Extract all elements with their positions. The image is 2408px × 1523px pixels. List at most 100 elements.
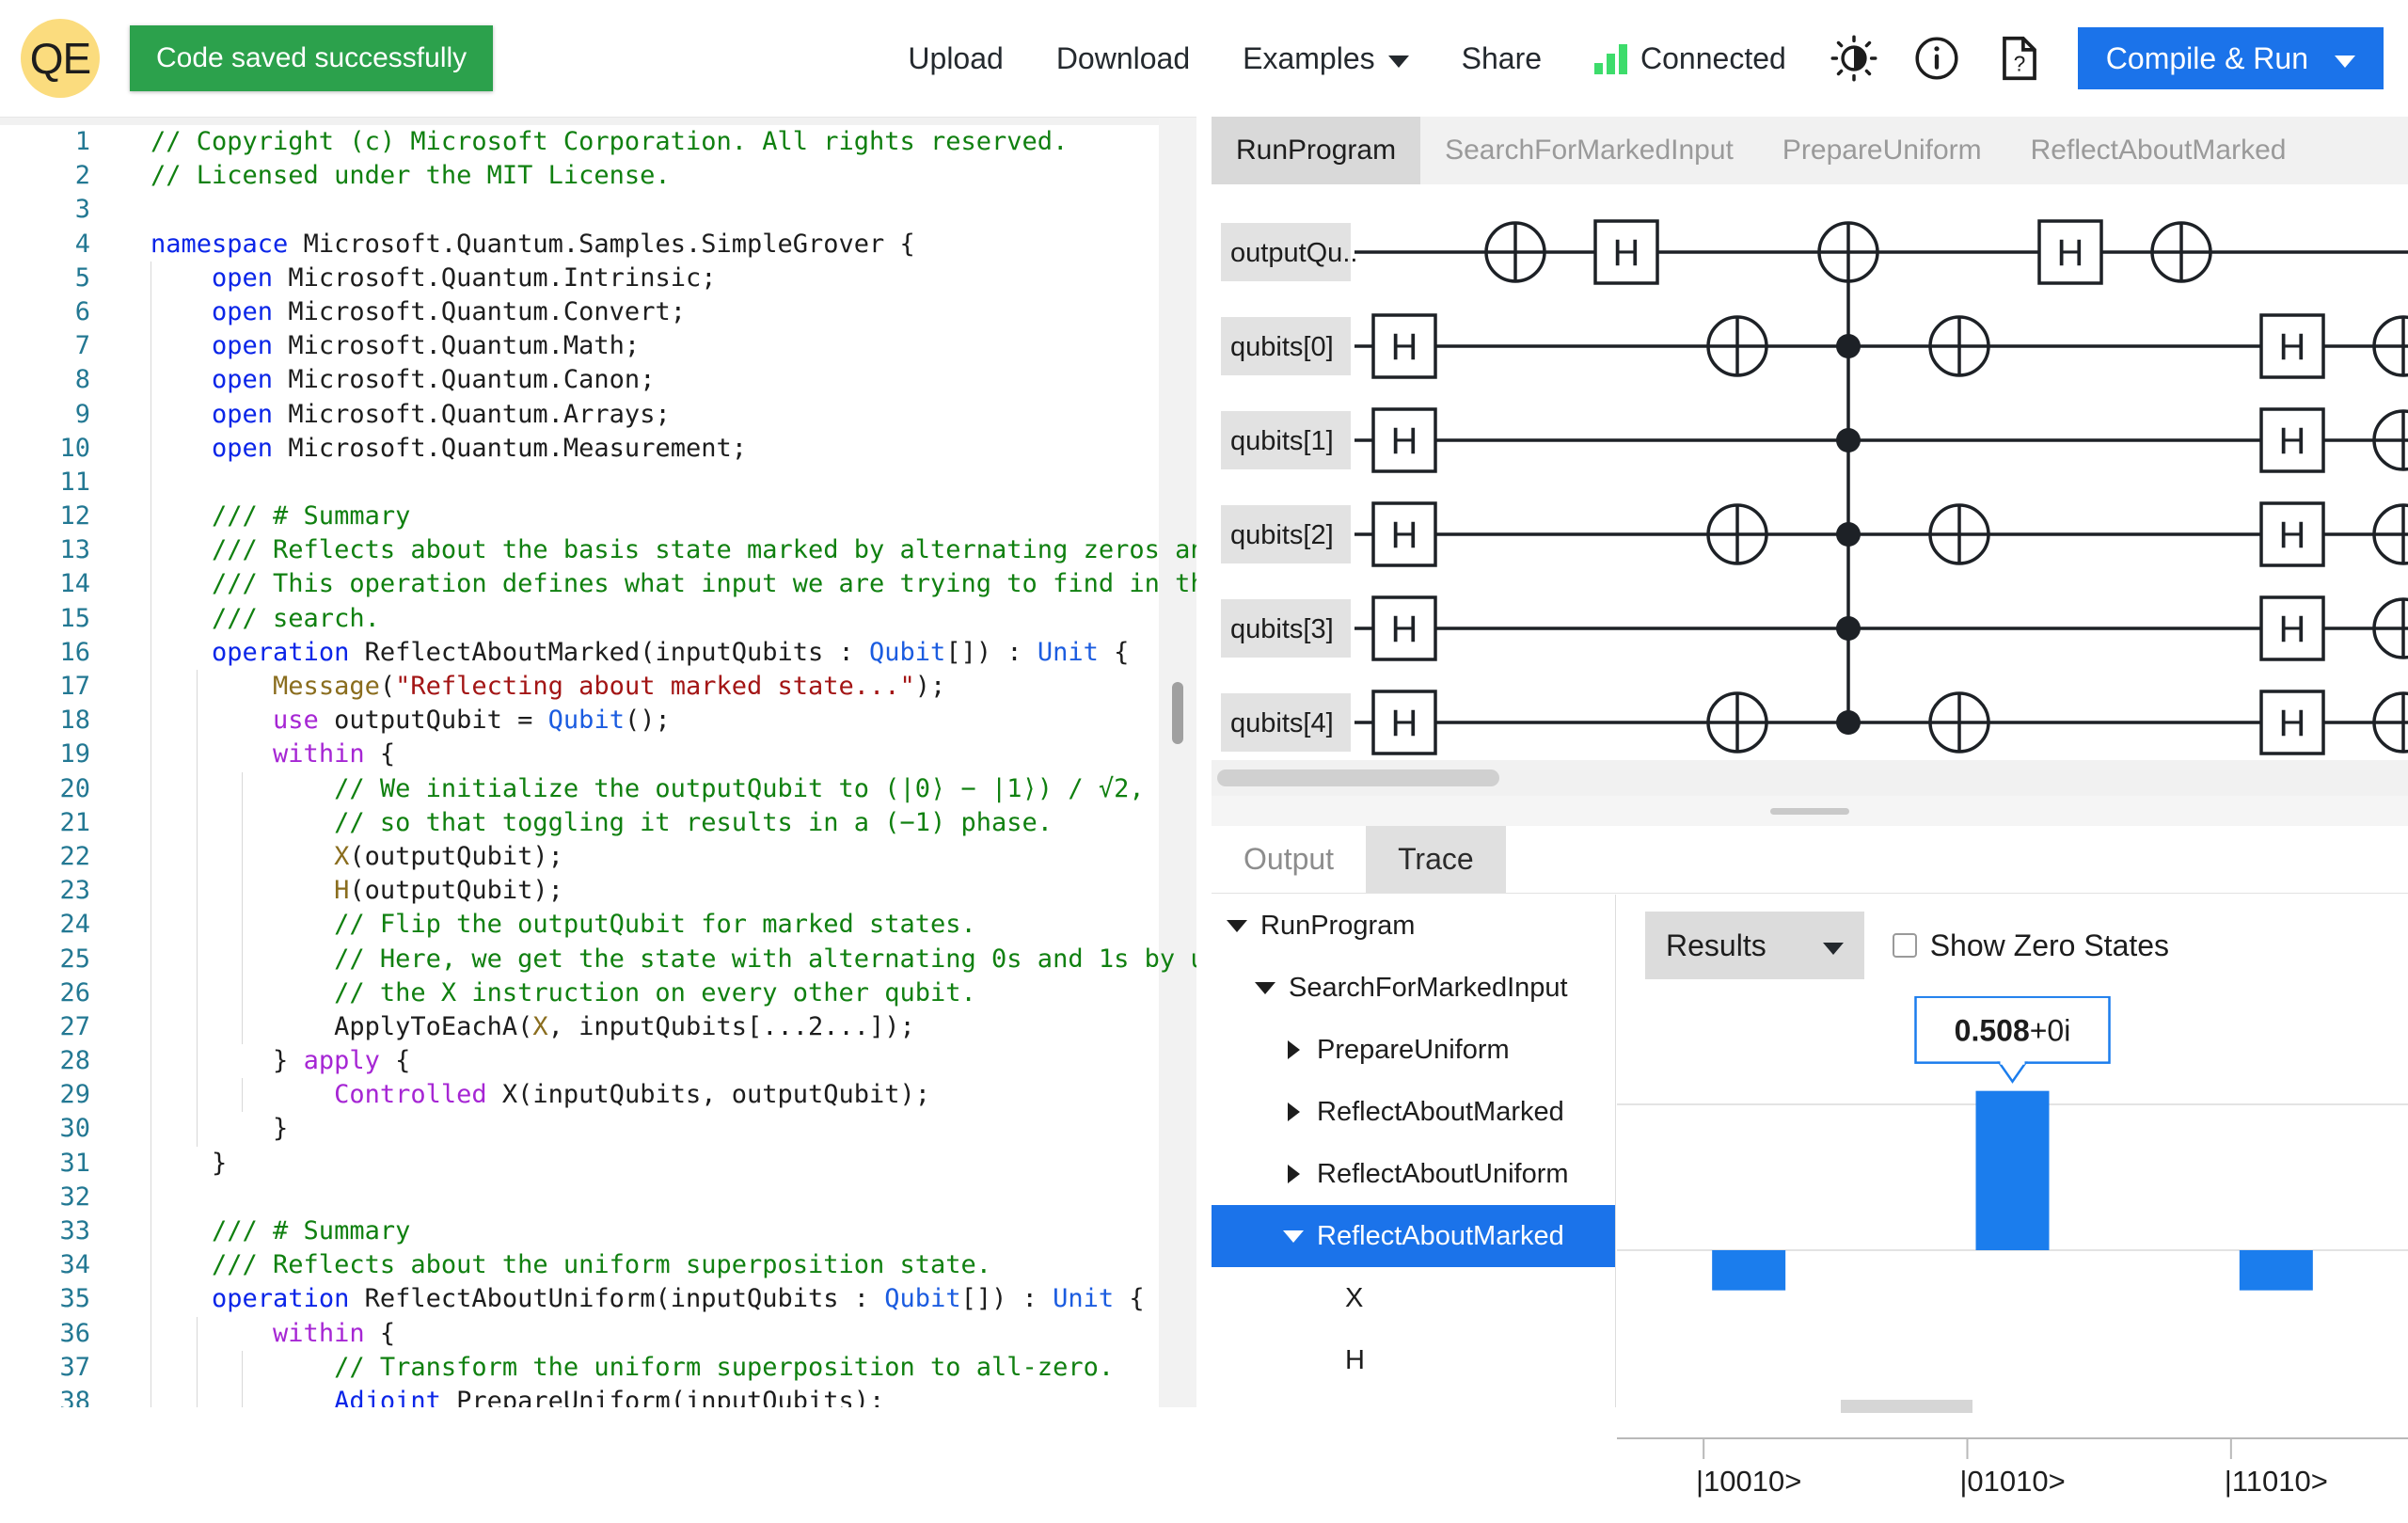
code-line[interactable]: 27 ApplyToEachA(X, inputQubits[...2...])…: [0, 1010, 1196, 1044]
code-line[interactable]: 13 /// Reflects about the basis state ma…: [0, 533, 1196, 567]
chevron-right-icon[interactable]: [1279, 1040, 1307, 1059]
line-content: operation ReflectAboutUniform(inputQubit…: [111, 1282, 1145, 1316]
tree-item-label: ReflectAboutMarked: [1317, 1221, 1564, 1252]
compile-and-run-button[interactable]: Compile & Run: [2078, 27, 2384, 89]
code-line[interactable]: 35 operation ReflectAboutUniform(inputQu…: [0, 1282, 1196, 1316]
menu-share[interactable]: Share: [1435, 25, 1568, 91]
tree-item[interactable]: RunProgram: [1212, 895, 1615, 957]
indent-guide: [150, 806, 151, 840]
code-token: "Reflecting about marked state...": [395, 672, 915, 701]
circuit-tab-reflectaboutmarked[interactable]: ReflectAboutMarked: [2006, 117, 2311, 184]
code-line[interactable]: 7 open Microsoft.Quantum.Math;: [0, 329, 1196, 363]
code-token: // Flip the outputQubit for marked state…: [150, 910, 976, 939]
code-line[interactable]: 34 /// Reflects about the uniform superp…: [0, 1248, 1196, 1282]
menu-upload[interactable]: Upload: [881, 25, 1029, 91]
indent-guide: [150, 943, 151, 976]
circuit-tab-prepareuniform[interactable]: PrepareUniform: [1758, 117, 2006, 184]
circuit-tab-runprogram[interactable]: RunProgram: [1212, 117, 1420, 184]
code-line[interactable]: 21 // so that toggling it results in a (…: [0, 806, 1196, 840]
tab-output[interactable]: Output: [1212, 826, 1366, 893]
indent-guide: [150, 295, 151, 329]
indent-guide: [150, 840, 151, 874]
code-line[interactable]: 33 /// # Summary: [0, 1214, 1196, 1248]
code-line[interactable]: 22 X(outputQubit);: [0, 840, 1196, 874]
code-line[interactable]: 1// Copyright (c) Microsoft Corporation.…: [0, 125, 1196, 159]
code-line[interactable]: 12 /// # Summary: [0, 500, 1196, 533]
tooltip-label: 0.508+0i: [1955, 1014, 2071, 1048]
brightness-theme-icon[interactable]: [1813, 34, 1895, 83]
editor-vertical-scrollbar[interactable]: [1172, 682, 1183, 744]
panel-splitter[interactable]: [1212, 796, 2408, 826]
code-line[interactable]: 15 /// search.: [0, 602, 1196, 636]
splitter-grip[interactable]: [1770, 808, 1849, 815]
code-line[interactable]: 31 }: [0, 1147, 1196, 1181]
tree-item[interactable]: X: [1212, 1267, 1615, 1329]
help-document-icon[interactable]: ?: [1978, 34, 2061, 83]
circuit-canvas[interactable]: outputQu..qubits[0]qubits[1]qubits[2]qub…: [1212, 184, 2408, 760]
tree-item[interactable]: ApplyToEachA: [1212, 1391, 1615, 1407]
code-line[interactable]: 8 open Microsoft.Quantum.Canon;: [0, 363, 1196, 397]
indent-guide: [197, 670, 198, 704]
chart-horizontal-scrollbar[interactable]: [1841, 1400, 1972, 1413]
circuit-tab-searchformarkedinput[interactable]: SearchForMarkedInput: [1420, 117, 1758, 184]
code-line[interactable]: 20 // We initialize the outputQubit to (…: [0, 772, 1196, 806]
code-line[interactable]: 36 within {: [0, 1317, 1196, 1351]
code-line[interactable]: 32: [0, 1181, 1196, 1214]
code-token: Microsoft.Quantum.Canon;: [273, 365, 655, 394]
tab-trace[interactable]: Trace: [1366, 826, 1506, 893]
circuit-horizontal-scrollbar[interactable]: [1212, 760, 2408, 796]
info-circle-icon[interactable]: [1895, 34, 1978, 83]
code-line[interactable]: 30 }: [0, 1112, 1196, 1146]
code-line[interactable]: 28 } apply {: [0, 1044, 1196, 1078]
chevron-right-icon[interactable]: [1279, 1103, 1307, 1121]
tree-item[interactable]: ReflectAboutMarked: [1212, 1205, 1615, 1267]
chevron-down-icon[interactable]: [1223, 920, 1251, 932]
circuit-scrollbar-thumb[interactable]: [1217, 769, 1499, 786]
tree-item[interactable]: H: [1212, 1329, 1615, 1391]
code-line[interactable]: 4namespace Microsoft.Quantum.Samples.Sim…: [0, 228, 1196, 262]
chevron-right-icon[interactable]: [1279, 1165, 1307, 1183]
trace-tree[interactable]: RunProgramSearchForMarkedInputPrepareUni…: [1212, 895, 1616, 1407]
code-line[interactable]: 11: [0, 466, 1196, 500]
code-line[interactable]: 14 /// This operation defines what input…: [0, 567, 1196, 601]
chart-bar: [2240, 1250, 2313, 1291]
code-line[interactable]: 5 open Microsoft.Quantum.Intrinsic;: [0, 262, 1196, 295]
menu-download[interactable]: Download: [1030, 25, 1216, 91]
tree-item[interactable]: ReflectAboutUniform: [1212, 1143, 1615, 1205]
indent-guide: [197, 738, 198, 771]
code-line[interactable]: 3: [0, 193, 1196, 227]
code-line[interactable]: 9 open Microsoft.Quantum.Arrays;: [0, 398, 1196, 432]
line-content: // Transform the uniform superposition t…: [111, 1351, 1114, 1385]
tree-item[interactable]: SearchForMarkedInput: [1212, 957, 1615, 1019]
show-zero-states-checkbox[interactable]: Show Zero States: [1893, 928, 2169, 963]
code-line[interactable]: 19 within {: [0, 738, 1196, 771]
code-line[interactable]: 18 use outputQubit = Qubit();: [0, 704, 1196, 738]
code-line[interactable]: 29 Controlled X(inputQubits, outputQubit…: [0, 1078, 1196, 1112]
code-token: H: [334, 876, 349, 905]
code-line[interactable]: 38 Adjoint PrepareUniform(inputQubits);: [0, 1385, 1196, 1407]
code-lines[interactable]: 1// Copyright (c) Microsoft Corporation.…: [0, 125, 1196, 1407]
chevron-down-icon[interactable]: [1251, 982, 1279, 994]
code-editor[interactable]: 1// Copyright (c) Microsoft Corporation.…: [0, 117, 1196, 1407]
results-select[interactable]: Results: [1645, 912, 1864, 979]
code-line[interactable]: 16 operation ReflectAboutMarked(inputQub…: [0, 636, 1196, 670]
code-line[interactable]: 23 H(outputQubit);: [0, 874, 1196, 908]
code-line[interactable]: 26 // the X instruction on every other q…: [0, 976, 1196, 1010]
tree-item[interactable]: PrepareUniform: [1212, 1019, 1615, 1081]
code-token: // Licensed under the MIT License.: [150, 161, 671, 190]
tree-item[interactable]: ReflectAboutMarked: [1212, 1081, 1615, 1143]
line-number: 23: [0, 874, 111, 908]
code-line[interactable]: 37 // Transform the uniform superpositio…: [0, 1351, 1196, 1385]
indent-guide: [242, 1010, 243, 1044]
line-content: ApplyToEachA(X, inputQubits[...2...]);: [111, 1010, 915, 1044]
code-line[interactable]: 10 open Microsoft.Quantum.Measurement;: [0, 432, 1196, 466]
code-line[interactable]: 17 Message("Reflecting about marked stat…: [0, 670, 1196, 704]
code-line[interactable]: 24 // Flip the outputQubit for marked st…: [0, 908, 1196, 942]
checkbox-box-icon[interactable]: [1893, 933, 1917, 958]
indent-guide: [197, 943, 198, 976]
code-line[interactable]: 25 // Here, we get the state with altern…: [0, 943, 1196, 976]
chevron-down-icon[interactable]: [1279, 1230, 1307, 1243]
code-line[interactable]: 2// Licensed under the MIT License.: [0, 159, 1196, 193]
code-line[interactable]: 6 open Microsoft.Quantum.Convert;: [0, 295, 1196, 329]
menu-examples[interactable]: Examples: [1216, 25, 1435, 91]
